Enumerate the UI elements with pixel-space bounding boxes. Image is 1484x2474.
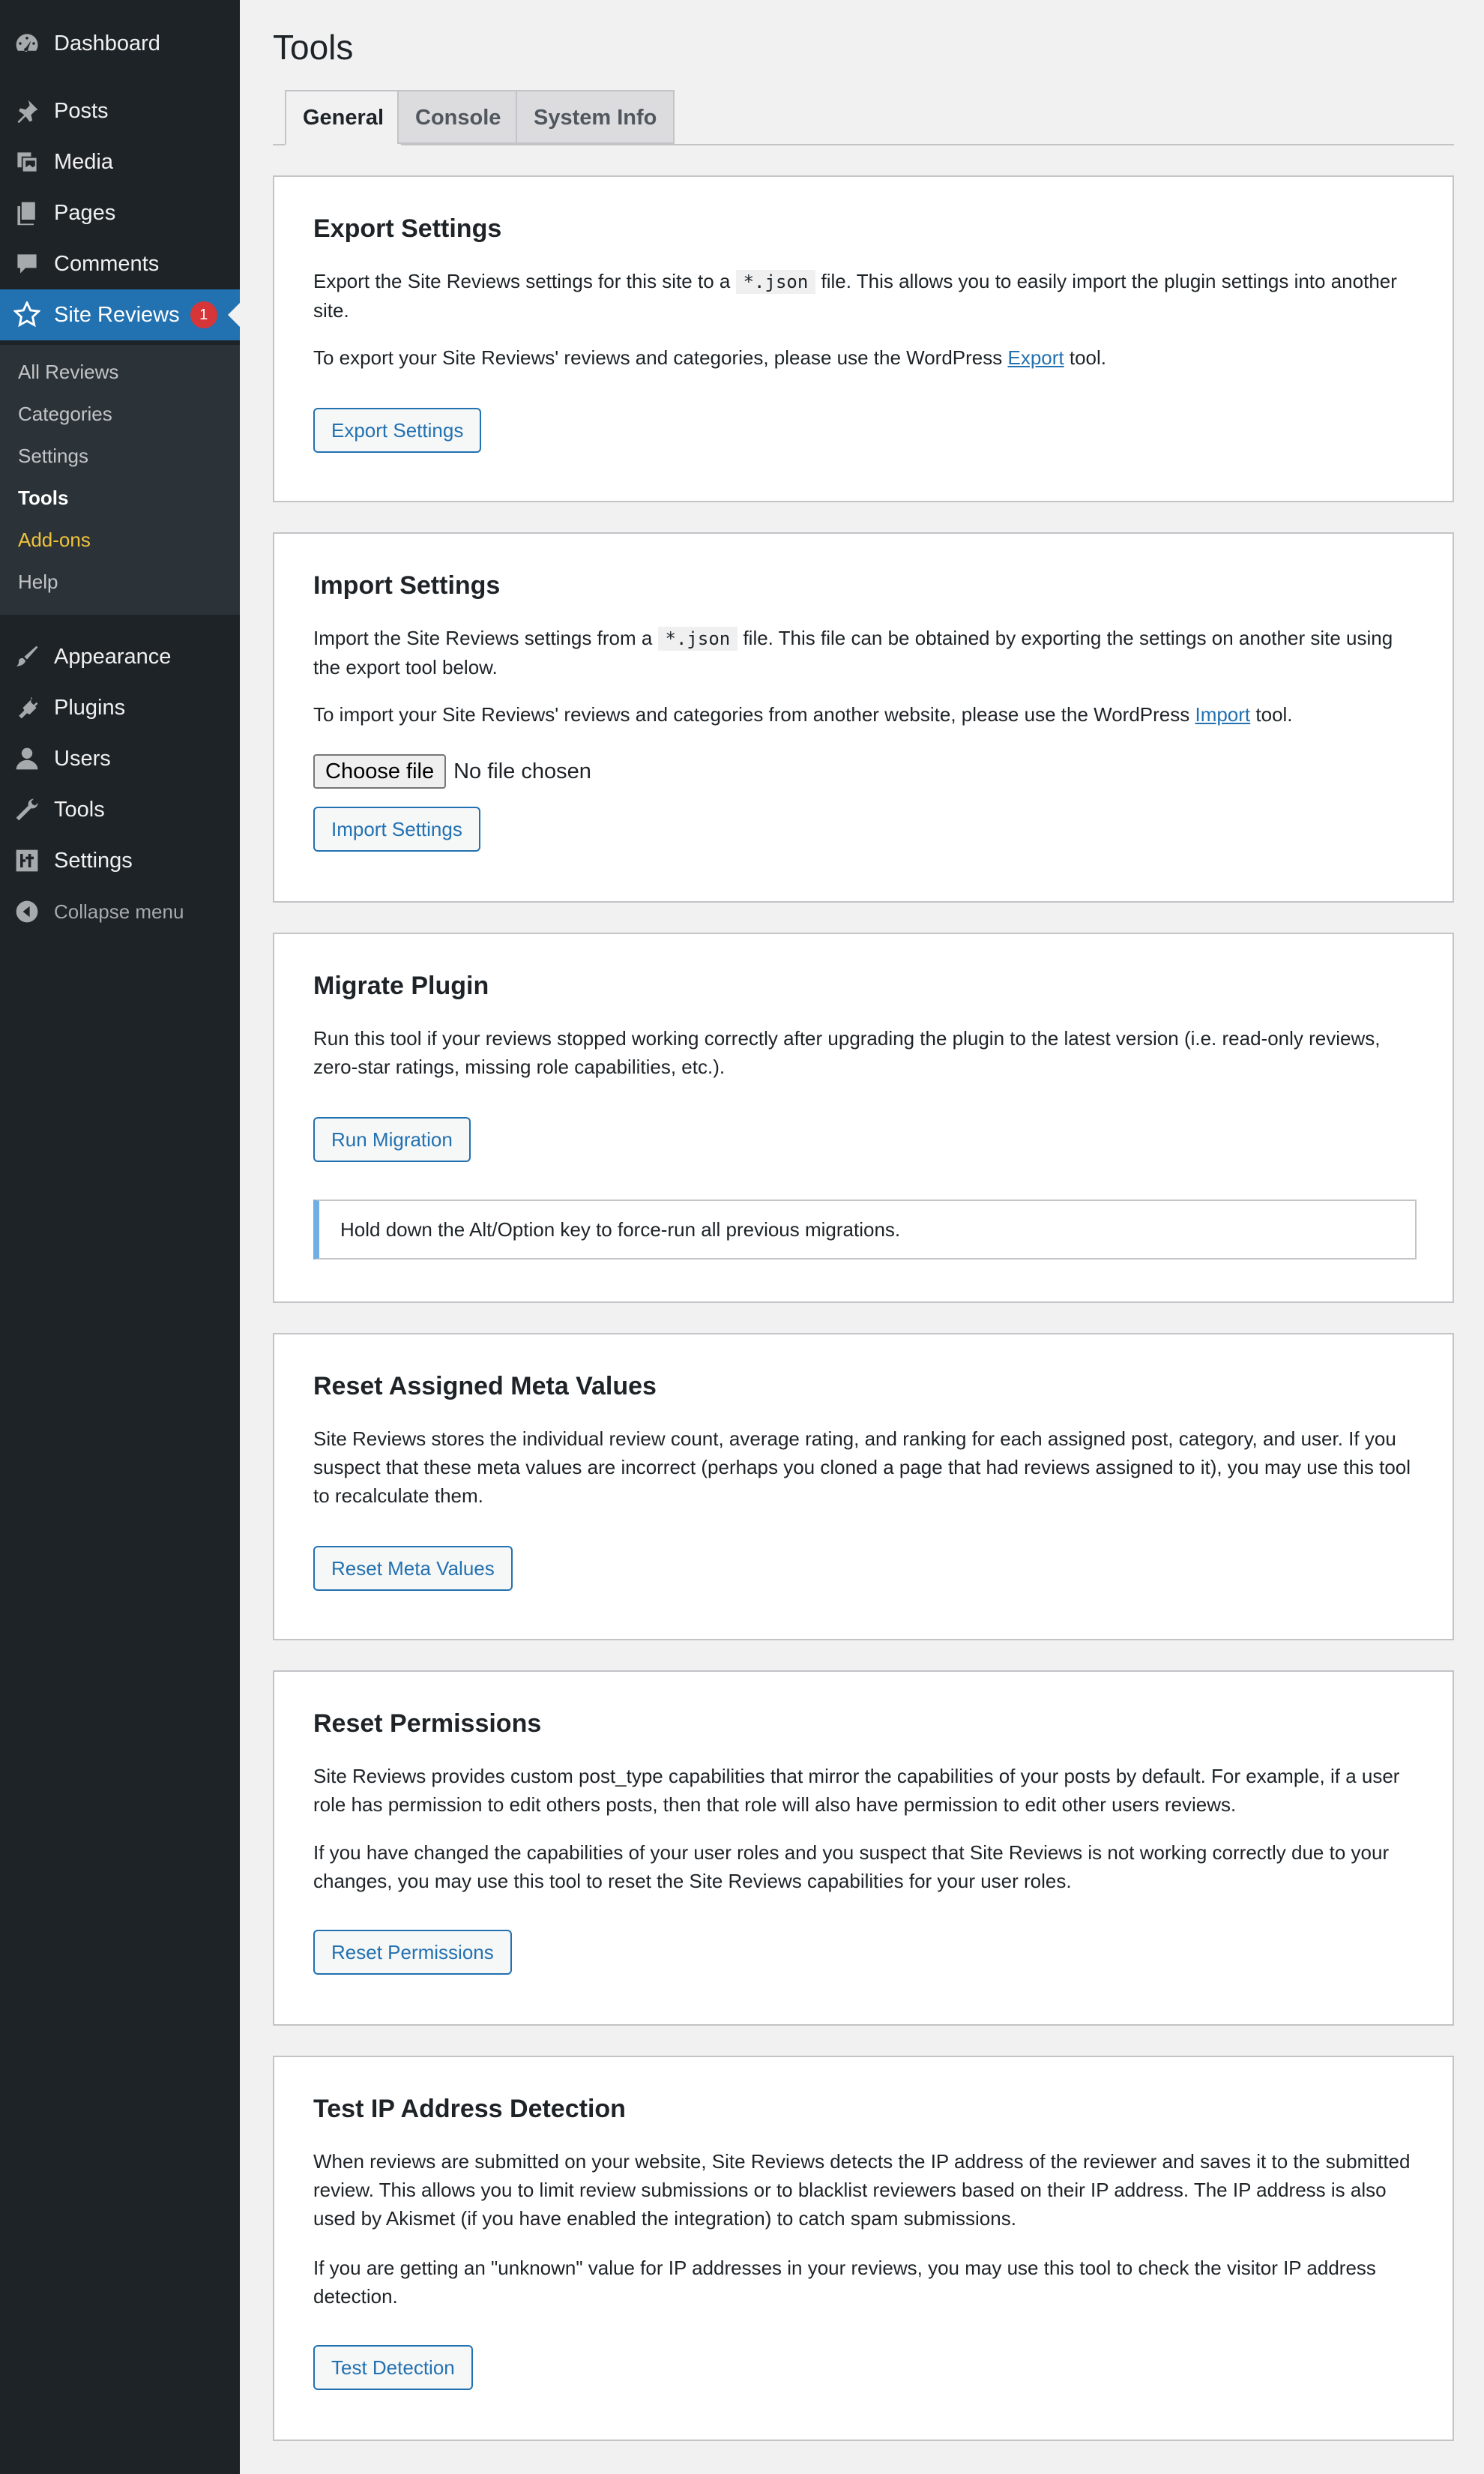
reset-meta-values-button[interactable]: Reset Meta Values — [313, 1546, 513, 1591]
export-settings-button[interactable]: Export Settings — [313, 408, 482, 453]
dashboard-icon — [12, 28, 42, 58]
menu-label: Plugins — [54, 695, 126, 720]
card-title: Test IP Address Detection — [313, 2095, 626, 2123]
menu-label: Tools — [54, 797, 105, 822]
menu-pages[interactable]: Pages — [0, 187, 240, 238]
submenu-add-ons[interactable]: Add-ons — [18, 525, 91, 555]
card-description: To export your Site Reviews' reviews and… — [313, 346, 1107, 369]
menu-site-reviews[interactable]: Site Reviews 1 — [0, 289, 240, 340]
menu-appearance[interactable]: Appearance — [0, 631, 240, 682]
menu-label: Pages — [54, 200, 116, 225]
card-description: Run this tool if your reviews stopped wo… — [313, 1027, 1381, 1078]
user-icon — [12, 744, 42, 774]
card-description: Site Reviews provides custom post_type c… — [313, 1765, 1400, 1816]
site-reviews-submenu: All Reviews Categories Settings Tools Ad… — [0, 345, 240, 615]
page-title: Tools — [273, 28, 354, 67]
import-settings-button[interactable]: Import Settings — [313, 807, 480, 852]
tab-system-info[interactable]: System Info — [516, 90, 675, 144]
menu-label: Posts — [54, 98, 109, 123]
menu-dashboard[interactable]: Dashboard — [0, 18, 240, 69]
submenu-settings[interactable]: Settings — [18, 441, 88, 471]
comment-icon — [12, 249, 42, 279]
collapse-menu-button[interactable]: Collapse menu — [0, 886, 240, 937]
card-title: Export Settings — [313, 214, 502, 243]
submenu-tools[interactable]: Tools — [18, 483, 68, 513]
menu-label: Site Reviews — [54, 302, 180, 327]
file-extension: *.json — [657, 627, 738, 651]
test-ip-card: Test IP Address Detection When reviews a… — [273, 2056, 1454, 2441]
menu-settings[interactable]: Settings — [0, 835, 240, 886]
reset-permissions-button[interactable]: Reset Permissions — [313, 1930, 512, 1975]
admin-sidebar: Dashboard Posts Media Pages Comments Sit… — [0, 0, 240, 2474]
media-icon — [12, 147, 42, 177]
pin-icon — [12, 96, 42, 126]
info-notice: Hold down the Alt/Option key to force-ru… — [313, 1200, 1417, 1259]
menu-label: Media — [54, 149, 113, 174]
submenu-all-reviews[interactable]: All Reviews — [18, 357, 118, 387]
settings-icon — [12, 846, 42, 876]
card-description: Site Reviews stores the individual revie… — [313, 1427, 1411, 1507]
card-title: Reset Assigned Meta Values — [313, 1372, 657, 1400]
card-description: If you have changed the capabilities of … — [313, 1841, 1390, 1892]
card-description: Import the Site Reviews settings from a … — [313, 627, 1393, 678]
card-title: Import Settings — [313, 571, 501, 600]
test-detection-button[interactable]: Test Detection — [313, 2345, 473, 2390]
card-description: If you are getting an "unknown" value fo… — [313, 2257, 1376, 2308]
main-content: Tools General Console System Info Export… — [240, 0, 1484, 2474]
brush-icon — [12, 642, 42, 672]
menu-media[interactable]: Media — [0, 136, 240, 187]
tab-bar: General Console System Info — [273, 90, 1454, 145]
card-description: When reviews are submitted on your websi… — [313, 2150, 1411, 2230]
card-description: Export the Site Reviews settings for thi… — [313, 270, 1397, 322]
menu-label: Users — [54, 746, 111, 771]
file-status: No file chosen — [453, 759, 591, 783]
collapse-icon — [12, 897, 42, 927]
run-migration-button[interactable]: Run Migration — [313, 1117, 471, 1162]
menu-tools[interactable]: Tools — [0, 784, 240, 835]
card-title: Reset Permissions — [313, 1709, 542, 1738]
submenu-help[interactable]: Help — [18, 567, 58, 597]
collapse-label: Collapse menu — [54, 900, 184, 923]
menu-comments[interactable]: Comments — [0, 238, 240, 289]
menu-users[interactable]: Users — [0, 733, 240, 784]
plugin-icon — [12, 693, 42, 723]
import-settings-card: Import Settings Import the Site Reviews … — [273, 532, 1454, 903]
reset-permissions-card: Reset Permissions Site Reviews provides … — [273, 1670, 1454, 2026]
export-settings-card: Export Settings Export the Site Reviews … — [273, 175, 1454, 502]
tab-general[interactable]: General — [285, 90, 402, 145]
reset-meta-card: Reset Assigned Meta Values Site Reviews … — [273, 1333, 1454, 1640]
pages-icon — [12, 198, 42, 228]
file-input: Choose file No file chosen — [313, 754, 591, 789]
file-extension: *.json — [735, 270, 816, 294]
menu-label: Settings — [54, 848, 133, 873]
menu-posts[interactable]: Posts — [0, 85, 240, 136]
card-description: To import your Site Reviews' reviews and… — [313, 703, 1293, 726]
wrench-icon — [12, 795, 42, 825]
submenu-categories[interactable]: Categories — [18, 399, 112, 429]
notification-badge: 1 — [190, 301, 217, 328]
menu-label: Appearance — [54, 644, 172, 669]
menu-label: Comments — [54, 251, 160, 276]
menu-label: Dashboard — [54, 31, 160, 55]
import-link[interactable]: Import — [1195, 703, 1250, 726]
star-icon — [12, 300, 42, 330]
tab-console[interactable]: Console — [397, 90, 519, 144]
card-title: Migrate Plugin — [313, 972, 489, 1000]
export-link[interactable]: Export — [1007, 346, 1064, 369]
choose-file-button[interactable]: Choose file — [313, 754, 447, 789]
menu-plugins[interactable]: Plugins — [0, 682, 240, 733]
migrate-plugin-card: Migrate Plugin Run this tool if your rev… — [273, 933, 1454, 1303]
